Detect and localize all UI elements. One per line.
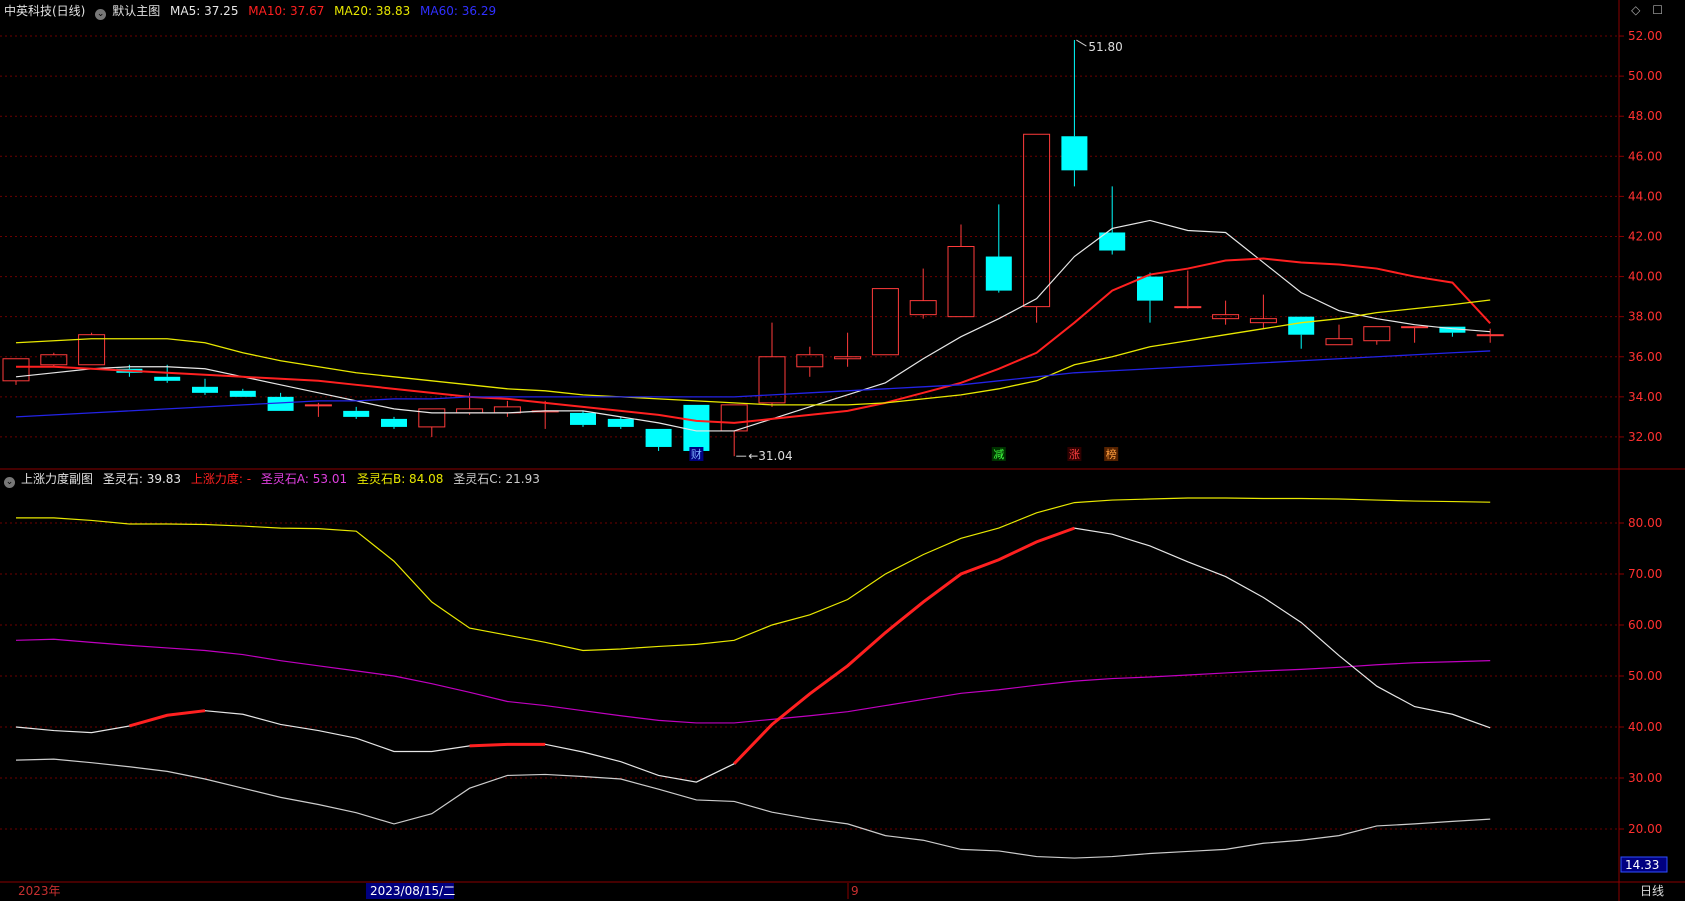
event-marker[interactable]: 财 — [691, 447, 702, 461]
event-marker[interactable]: 涨 — [1069, 448, 1080, 461]
cursor-date-label: 2023/08/15/二 — [370, 884, 455, 898]
y-tick-label: 40.00 — [1628, 720, 1662, 734]
candle-body — [1061, 136, 1088, 171]
y-tick-label: 32.00 — [1628, 430, 1662, 444]
current-value-label: 14.33 — [1625, 858, 1659, 872]
chart-canvas[interactable]: 32.00 34.00 36.00 38.00 40.00 42.00 44.00 46.00… — [0, 0, 1685, 901]
candle-body — [1137, 276, 1163, 301]
up-force-segment — [469, 742, 546, 748]
slsc-value: 圣灵石C: 21.93 — [453, 472, 540, 486]
szld-value: 上涨力度: - — [190, 472, 252, 486]
low-marker-label: ←31.04 — [748, 449, 792, 463]
y-tick-label: 48.00 — [1628, 109, 1662, 123]
up-force-segment — [128, 709, 206, 728]
candle-body — [1476, 334, 1504, 337]
y-tick-label: 20.00 — [1628, 822, 1662, 836]
chevron-down-icon[interactable]: ⌄ — [95, 9, 107, 20]
candle-body — [192, 386, 218, 393]
stock-name[interactable]: 中英科技(日线) — [4, 4, 85, 18]
y-tick-label: 70.00 — [1628, 567, 1662, 581]
time-axis-label: 9 — [851, 884, 859, 898]
candle-body — [1325, 338, 1353, 346]
ma20-value: MA20: 38.83 — [334, 4, 411, 18]
sls-b-line — [16, 497, 1491, 652]
candle-body — [456, 408, 484, 414]
y-tick-label: 50.00 — [1628, 69, 1662, 83]
sub-chart-header: ⌄ 上涨力度副图 圣灵石: 39.83 上涨力度: - 圣灵石A: 53.01 圣… — [4, 472, 546, 488]
y-tick-label: 42.00 — [1628, 229, 1662, 243]
main-chart-selector[interactable]: 默认主图 — [112, 4, 160, 18]
sls-value: 圣灵石: 39.83 — [102, 472, 182, 486]
candle-body — [871, 288, 899, 356]
candle-body — [1249, 318, 1277, 324]
y-tick-label: 38.00 — [1628, 310, 1662, 324]
y-tick-label: 30.00 — [1628, 771, 1662, 785]
slsa-value: 圣灵石A: 53.01 — [260, 472, 348, 486]
candle-body — [229, 390, 256, 397]
y-tick-label: 44.00 — [1628, 189, 1662, 203]
sls-a-line — [15, 638, 1491, 724]
ma-line-ma60 — [15, 350, 1491, 418]
main-chart-header: 中英科技(日线) ⌄ 默认主图 MA5: 37.25 MA10: 37.67 MA… — [4, 4, 502, 20]
candle-body — [947, 246, 975, 318]
y-tick-label: 34.00 — [1628, 390, 1662, 404]
slsb-value: 圣灵石B: 84.08 — [356, 472, 444, 486]
period-selector[interactable]: 日线 — [1640, 884, 1664, 898]
candle-body — [2, 358, 30, 382]
candle-body — [570, 412, 596, 425]
diamond-icon[interactable]: ◇ — [1631, 3, 1640, 17]
window-controls: ◇ ☐ — [1623, 3, 1663, 17]
y-tick-label: 40.00 — [1628, 270, 1662, 284]
candle-body — [343, 410, 370, 417]
candle-body — [607, 418, 634, 427]
event-marker[interactable]: 减 — [993, 448, 1004, 461]
ma10-value: MA10: 37.67 — [248, 4, 325, 18]
up-force-segment — [733, 526, 1075, 765]
y-tick-label: 60.00 — [1628, 618, 1662, 632]
ma-line-ma5 — [15, 219, 1491, 432]
candle-body — [381, 418, 407, 427]
candle-body — [40, 354, 68, 366]
chevron-down-icon[interactable]: ⌄ — [4, 477, 15, 488]
high-marker-label: 51.80 — [1088, 40, 1122, 54]
high-marker-arrow — [1076, 39, 1087, 47]
ma5-value: MA5: 37.25 — [170, 4, 239, 18]
candle-body — [645, 428, 672, 447]
candle-body — [834, 356, 862, 360]
candle-body — [1023, 133, 1051, 308]
ma60-value: MA60: 36.29 — [420, 4, 497, 18]
candle-body — [1363, 326, 1391, 342]
candle-body — [985, 256, 1012, 291]
candle-body — [683, 404, 710, 451]
candle-body — [304, 404, 332, 407]
candle-body — [1401, 326, 1429, 329]
y-tick-label: 80.00 — [1628, 516, 1662, 530]
candle-body — [909, 300, 937, 316]
sls-c-line — [15, 758, 1491, 859]
square-icon[interactable]: ☐ — [1652, 3, 1663, 17]
candle-body — [154, 376, 181, 381]
time-axis-label: 2023年 — [18, 884, 61, 898]
ma-line-ma10 — [16, 257, 1491, 424]
ma-line-ma20 — [15, 299, 1491, 406]
candle-body — [1288, 316, 1315, 335]
candle-body — [1174, 306, 1202, 309]
y-tick-label: 52.00 — [1628, 29, 1662, 43]
y-tick-label: 36.00 — [1628, 350, 1662, 364]
candle-body — [720, 404, 748, 432]
event-marker[interactable]: 榜 — [1106, 447, 1117, 461]
y-tick-label: 46.00 — [1628, 149, 1662, 163]
y-tick-label: 50.00 — [1628, 669, 1662, 683]
sub-chart-title[interactable]: 上涨力度副图 — [21, 472, 93, 486]
